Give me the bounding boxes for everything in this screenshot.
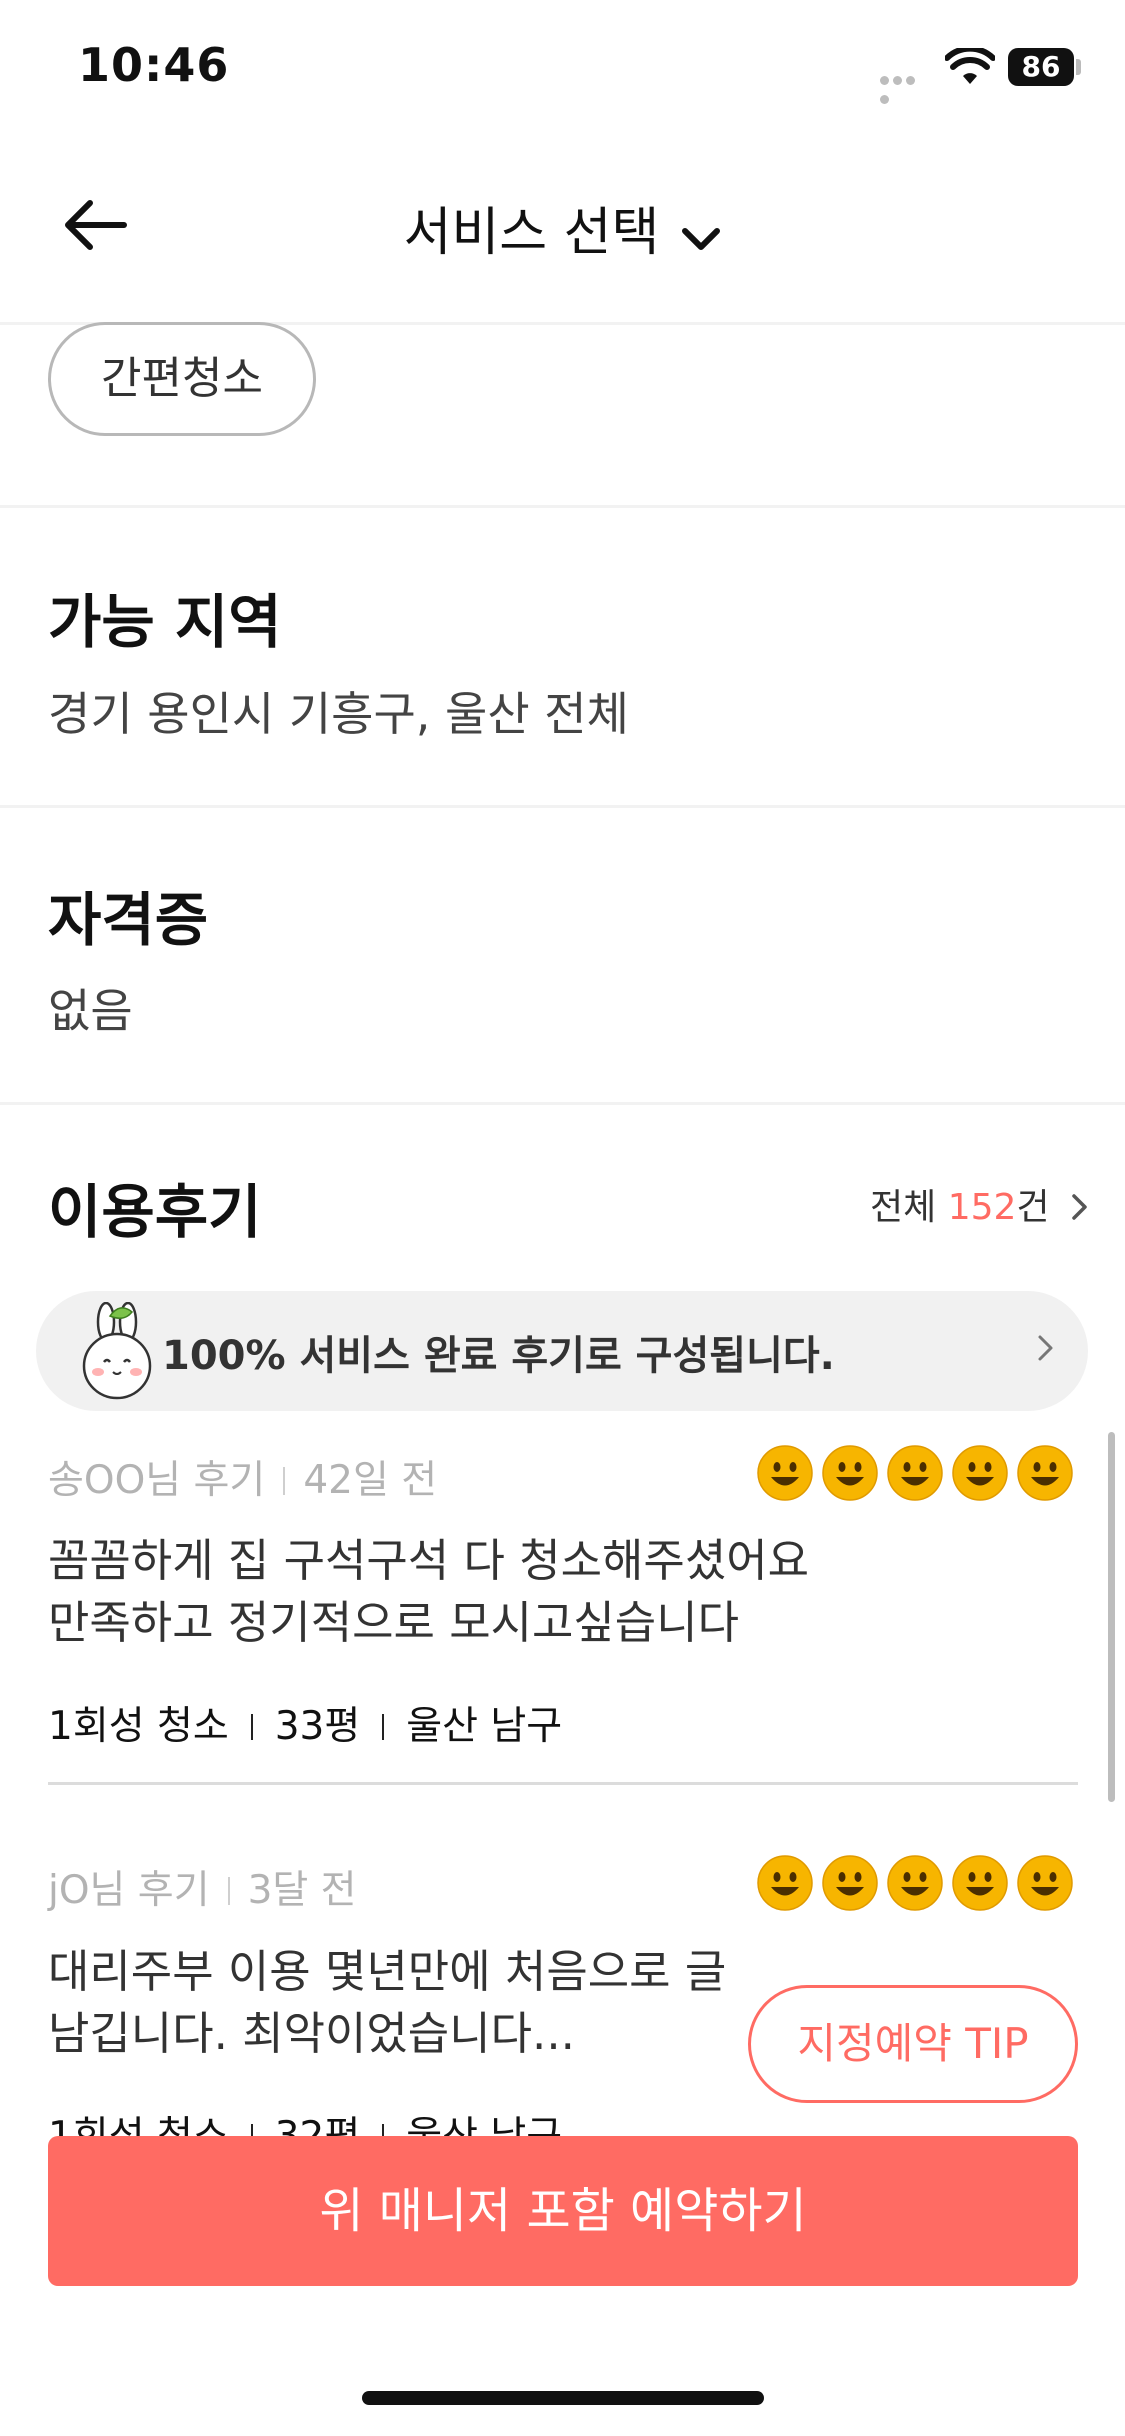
review-tags: 1회성 청소 33평 울산 남구 [48,1695,562,1751]
review-meta: 송OO님 후기 42일 전 [48,1449,437,1505]
review-tag: 1회성 청소 [48,1704,229,1749]
smiley-rating-icon [822,1855,878,1911]
region-value: 경기 용인시 기흥구, 울산 전체 [48,687,629,741]
booking-tip-button[interactable]: 지정예약 TIP [748,1985,1078,2103]
reviews-total-link[interactable]: 전체 152건 [870,1178,1091,1230]
section-divider [0,805,1125,808]
meta-separator [283,1467,286,1495]
review-time: 42일 전 [303,1458,438,1503]
chevron-right-icon [1038,1335,1053,1361]
certificate-title: 자격증 [48,886,209,954]
smiley-rating-icon [887,1445,943,1501]
reviews-title: 이용후기 [48,1178,262,1246]
smiley-rating-icon [757,1855,813,1911]
review-time: 3달 전 [247,1868,357,1913]
smiley-rating-icon [1017,1445,1073,1501]
review-text-line: 대리주부 이용 몇년만에 처음으로 글 [48,1945,727,1998]
home-indicator[interactable] [362,2391,764,2405]
tag-separator [382,1714,385,1740]
review-rating [756,1854,1086,1914]
section-divider [0,505,1125,508]
battery-cap-icon [1076,59,1081,75]
smiley-rating-icon [887,1855,943,1911]
book-with-manager-button[interactable]: 위 매니저 포함 예약하기 [48,2136,1078,2286]
status-time: 10:46 [78,38,230,92]
chevron-right-icon [1072,1194,1087,1220]
section-divider [0,1102,1125,1105]
smiley-rating-icon [822,1445,878,1501]
cellular-signal-icon [880,70,930,104]
smiley-rating-icon [952,1445,1008,1501]
reviews-total-prefix: 전체 [870,1187,948,1228]
chevron-down-icon [681,206,721,266]
review-tag: 울산 남구 [406,1704,563,1749]
smiley-rating-icon [1017,1855,1073,1911]
review-text-line: 만족하고 정기적으로 모시고싶습니다 [48,1596,740,1649]
review-rating [756,1444,1086,1504]
wifi-icon [945,48,995,84]
review-tag: 33평 [274,1704,361,1749]
banner-text: 100% 서비스 완료 후기로 구성됩니다. [162,1333,835,1379]
reviews-total-suffix: 건 [1016,1187,1050,1228]
battery-indicator: 86 [1008,48,1074,86]
review-text-line: 남깁니다. 최악이었습니다... [48,2007,575,2060]
review-text: 대리주부 이용 몇년만에 처음으로 글 남깁니다. 최악이었습니다... [48,1941,868,2065]
bottom-bar-background [0,2286,1125,2436]
scrollbar[interactable] [1108,1432,1115,1802]
service-select-dropdown[interactable]: 서비스 선택 [0,190,1125,266]
review-meta: jO님 후기 3달 전 [48,1859,357,1915]
review-divider [48,1782,1078,1785]
review-text: 꼼꼼하게 집 구석구석 다 청소해주셨어요 만족하고 정기적으로 모시고싶습니다 [48,1530,868,1654]
meta-separator [227,1877,230,1905]
review-author: 송OO님 후기 [48,1458,266,1503]
region-title: 가능 지역 [48,588,282,656]
review-text-line: 꼼꼼하게 집 구석구석 다 청소해주셨어요 [48,1534,810,1587]
certificate-value: 없음 [48,984,133,1038]
page-title: 서비스 선택 [403,203,660,263]
service-chip[interactable]: 간편청소 [48,322,316,436]
smiley-rating-icon [757,1445,813,1501]
reviews-total-count: 152 [947,1187,1017,1228]
tag-separator [250,1714,253,1740]
smiley-rating-icon [952,1855,1008,1911]
bunny-mascot-icon [82,1302,152,1400]
review-author: jO님 후기 [48,1868,210,1913]
